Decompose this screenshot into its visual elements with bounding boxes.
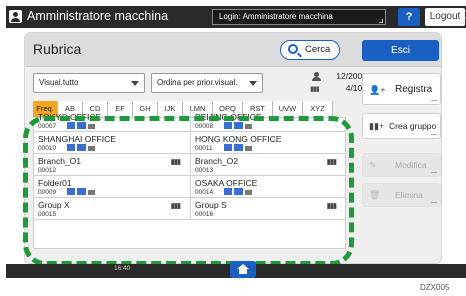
help-button[interactable]: ? bbox=[398, 8, 420, 26]
search-label: Cerca bbox=[305, 44, 331, 55]
create-group-button[interactable]: ▮▮+ Crea gruppo bbox=[362, 113, 441, 139]
home-button[interactable] bbox=[230, 261, 256, 278]
modify-button[interactable]: ✎ Modifica bbox=[362, 153, 441, 177]
count-icons: ▮▮▮ bbox=[310, 71, 324, 95]
delete-button[interactable]: 🗑 Elimina bbox=[362, 183, 441, 207]
order-select-value: Ordina per prior.visual. bbox=[157, 78, 238, 87]
add-user-icon: 👤+ bbox=[369, 85, 386, 95]
window-header: Rubrica Cerca Esci bbox=[25, 33, 441, 67]
search-button[interactable]: Cerca bbox=[280, 40, 340, 60]
top-bar-title: Amministratore macchina bbox=[27, 9, 169, 23]
group-icon: ▮▮▮ bbox=[310, 86, 320, 93]
register-button[interactable]: 👤+ Registra bbox=[362, 73, 441, 105]
exit-button[interactable]: Esci bbox=[362, 40, 439, 61]
search-icon bbox=[288, 44, 298, 54]
create-group-label: Crea gruppo bbox=[389, 121, 437, 131]
trash-icon: 🗑 bbox=[369, 190, 381, 200]
top-bar: Amministratore macchina Login: Amministr… bbox=[6, 6, 466, 28]
registered-count: 12/2000 bbox=[336, 71, 367, 81]
corner-mark-icon bbox=[379, 19, 383, 23]
page-title: Rubrica bbox=[33, 41, 82, 57]
register-label: Registra bbox=[395, 83, 433, 95]
view-select-value: Visual.tutto bbox=[39, 78, 79, 87]
login-field[interactable]: Login: Amministratore macchina bbox=[212, 9, 386, 25]
highlight-frame bbox=[23, 116, 354, 266]
figure-code: DZX005 bbox=[420, 283, 450, 292]
chevron-down-icon bbox=[249, 81, 257, 86]
clock-time: 16:40 bbox=[114, 265, 131, 272]
entry-counts: 12/2000 4/100 bbox=[327, 70, 367, 94]
delete-label: Elimina bbox=[395, 190, 423, 200]
pencil-icon: ✎ bbox=[369, 160, 377, 170]
add-group-icon: ▮▮+ bbox=[369, 121, 385, 131]
logout-button[interactable]: Logout bbox=[425, 8, 465, 26]
user-icon bbox=[9, 10, 22, 23]
login-label: Login: Amministratore macchina bbox=[219, 12, 333, 21]
chevron-down-icon bbox=[131, 81, 139, 86]
modify-label: Modifica bbox=[395, 160, 427, 170]
order-select[interactable]: Ordina per prior.visual. bbox=[151, 73, 263, 93]
group-count: 4/100 bbox=[345, 83, 367, 93]
energy-saver-icon[interactable]: ☾ bbox=[461, 8, 466, 22]
view-select[interactable]: Visual.tutto bbox=[33, 73, 145, 93]
bottom-bar: 16:40 bbox=[6, 261, 466, 278]
